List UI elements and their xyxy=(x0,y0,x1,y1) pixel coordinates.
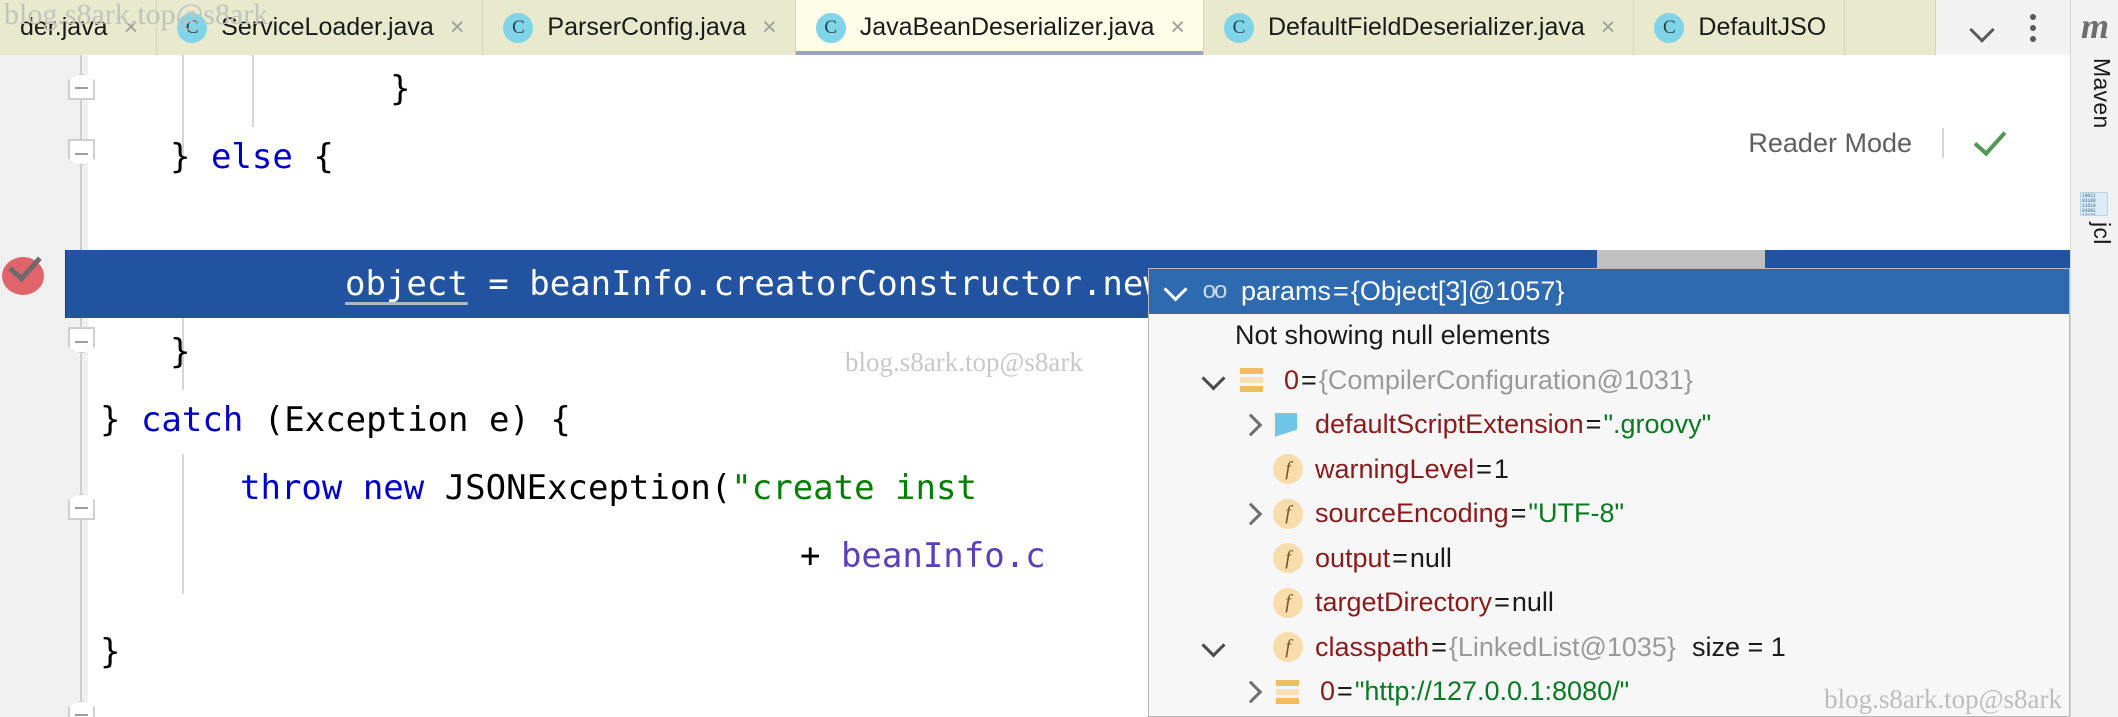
variable-name: classpath xyxy=(1315,631,1430,662)
ide-window: der.java × C ServiceLoader.java × C Pars… xyxy=(0,0,2118,717)
editor-tab-4[interactable]: C DefaultFieldDeserializer.java × xyxy=(1203,0,1635,55)
right-tool-sidebar: m Maven 10011 01100 11610 01001 10100 jcl xyxy=(2070,0,2118,717)
java-class-icon: C xyxy=(1654,12,1685,43)
tree-row[interactable]: targetDirectory = null xyxy=(1149,581,2069,626)
editor-tab-label: ParserConfig.java xyxy=(547,13,747,41)
field-icon xyxy=(1271,499,1305,529)
array-element-icon xyxy=(1235,365,1274,395)
equals-sign: = xyxy=(1333,275,1349,306)
exec-variable-object: object xyxy=(345,264,468,304)
variable-name: warningLevel xyxy=(1315,453,1475,484)
field-icon xyxy=(1271,588,1305,618)
chevron-right-icon[interactable] xyxy=(1237,411,1265,439)
tree-row[interactable]: warningLevel = 1 xyxy=(1149,447,2069,492)
popup-header-row[interactable]: oo params = {Object[3]@1057} xyxy=(1149,269,2069,314)
chevron-down-icon[interactable] xyxy=(1163,277,1191,305)
field-icon xyxy=(1271,632,1305,662)
tree-row[interactable]: 0 = {CompilerConfiguration@1031} xyxy=(1149,358,2069,403)
watermark: blog.s8ark.top@s8ark xyxy=(4,0,269,31)
tree-row[interactable]: defaultScriptExtension = ".groovy" xyxy=(1149,403,2069,448)
editor-tab-5[interactable]: C DefaultJSO xyxy=(1634,0,1846,55)
close-icon[interactable]: × xyxy=(448,15,465,40)
variable-value: null xyxy=(1511,587,1554,618)
variable-name: targetDirectory xyxy=(1315,587,1493,618)
field-icon xyxy=(1271,454,1305,484)
java-class-icon: C xyxy=(503,12,534,43)
close-icon[interactable]: × xyxy=(1599,15,1616,40)
variable-value: 1 xyxy=(1493,453,1509,484)
variable-value: {Object[3]@1057} xyxy=(1350,275,1565,306)
variable-name: params xyxy=(1241,275,1332,306)
variable-name: output xyxy=(1315,542,1391,573)
equals-sign: = xyxy=(1510,498,1527,529)
editor-tab-label: DefaultJSO xyxy=(1698,13,1827,41)
vertical-dots-icon[interactable] xyxy=(2030,13,2036,42)
static-field-icon xyxy=(1271,410,1305,440)
reader-mode-label: Reader Mode xyxy=(1748,127,1912,158)
editor-tab-bar: der.java × C ServiceLoader.java × C Pars… xyxy=(0,0,2070,55)
variable-name: 0 xyxy=(1284,364,1300,395)
editor-tab-active-javabeandeserializer[interactable]: C JavaBeanDeserializer.java × xyxy=(795,0,1204,55)
tool-window-jcl[interactable]: jcl xyxy=(2075,222,2115,245)
variable-value: {LinkedList@1035} xyxy=(1448,631,1676,662)
chevron-right-icon[interactable] xyxy=(1237,678,1265,706)
equals-sign: = xyxy=(1494,587,1510,618)
equals-sign: = xyxy=(1431,631,1447,662)
java-class-icon: C xyxy=(1223,12,1254,43)
list-element-icon xyxy=(1271,677,1310,707)
watermark: blog.s8ark.top@s8ark xyxy=(1824,684,2062,714)
variable-value: null xyxy=(1409,542,1452,573)
field-icon xyxy=(1271,543,1305,573)
watermark: blog.s8ark.top@s8ark xyxy=(845,347,1083,377)
check-icon[interactable] xyxy=(1974,131,2010,150)
variable-name: 0 xyxy=(1320,676,1336,707)
chevron-right-icon[interactable] xyxy=(1237,500,1265,528)
close-icon[interactable]: × xyxy=(1168,15,1185,40)
equals-sign: = xyxy=(1585,409,1602,440)
java-class-icon: C xyxy=(815,12,846,43)
editor-tab-label: JavaBeanDeserializer.java xyxy=(859,13,1155,41)
tool-window-maven[interactable]: Maven xyxy=(2075,58,2115,129)
jcl-thumbnail-icon: 10011 01100 11610 01001 10100 xyxy=(2080,192,2108,216)
collection-size: size = 1 xyxy=(1691,631,1786,662)
editor-tab-label: DefaultFieldDeserializer.java xyxy=(1267,13,1585,41)
divider xyxy=(1942,128,1944,158)
popup-notice-text: Not showing null elements xyxy=(1235,320,1551,351)
tab-overflow-controls xyxy=(1935,0,2070,55)
debugger-value-popup[interactable]: oo params = {Object[3]@1057} Not showing… xyxy=(1148,268,2070,717)
chevron-down-icon[interactable] xyxy=(1201,366,1229,394)
variable-name: defaultScriptExtension xyxy=(1315,409,1584,440)
equals-sign: = xyxy=(1301,364,1317,395)
maven-logo-icon[interactable]: m xyxy=(2075,4,2115,48)
close-icon[interactable]: × xyxy=(760,15,777,40)
variable-name: sourceEncoding xyxy=(1315,498,1509,529)
variable-value: {CompilerConfiguration@1031} xyxy=(1318,364,1693,395)
chevron-down-icon[interactable] xyxy=(1201,633,1229,661)
tree-row[interactable]: classpath = {LinkedList@1035} size = 1 xyxy=(1149,625,2069,670)
equals-sign: = xyxy=(1392,542,1408,573)
equals-sign: = xyxy=(1337,676,1353,707)
variable-value: "UTF-8" xyxy=(1528,498,1625,529)
tree-row[interactable]: output = null xyxy=(1149,536,2069,581)
popup-notice-row: Not showing null elements xyxy=(1149,314,2069,359)
variable-value: ".groovy" xyxy=(1603,409,1712,440)
editor-tab-2[interactable]: C ParserConfig.java × xyxy=(483,0,796,55)
reader-mode-widget[interactable]: Reader Mode xyxy=(1748,123,2010,163)
array-icon: oo xyxy=(1202,277,1228,305)
tree-row[interactable]: sourceEncoding = "UTF-8" xyxy=(1149,492,2069,537)
variable-value: "http://127.0.0.1:8080/" xyxy=(1354,676,1630,707)
chevron-down-icon[interactable] xyxy=(1970,21,1996,35)
equals-sign: = xyxy=(1476,453,1492,484)
